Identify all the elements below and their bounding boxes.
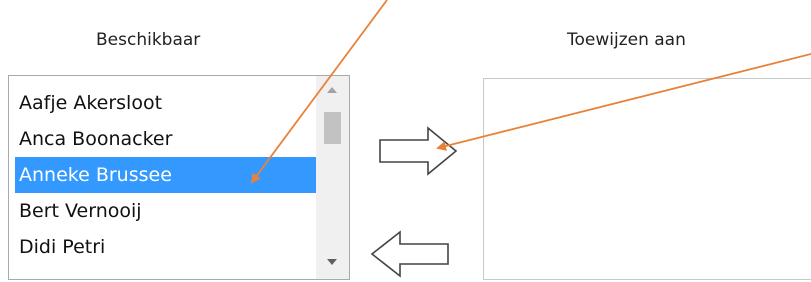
- move-left-button[interactable]: [368, 230, 450, 278]
- outline-left-arrow-icon: [370, 230, 449, 278]
- list-item[interactable]: Didi Petri: [15, 229, 317, 265]
- scrollbar[interactable]: [316, 76, 349, 279]
- available-listbox[interactable]: Aafje Akersloot Anca Boonacker Anneke Br…: [8, 75, 350, 280]
- outline-right-arrow-icon: [379, 126, 458, 176]
- list-item-selected[interactable]: Anneke Brussee: [15, 157, 317, 193]
- scroll-up-icon[interactable]: [327, 87, 337, 93]
- available-heading: Beschikbaar: [96, 30, 201, 50]
- list-item[interactable]: Anca Boonacker: [15, 121, 317, 157]
- move-right-button[interactable]: [378, 126, 460, 176]
- assign-listbox[interactable]: [483, 78, 811, 280]
- list-item[interactable]: Aafje Akersloot: [15, 85, 317, 121]
- list-item[interactable]: Bert Vernooij: [15, 193, 317, 229]
- scroll-down-icon[interactable]: [327, 259, 337, 265]
- available-list-items: Aafje Akersloot Anca Boonacker Anneke Br…: [15, 85, 317, 265]
- scroll-thumb[interactable]: [324, 112, 341, 144]
- assign-heading: Toewijzen aan: [567, 30, 686, 50]
